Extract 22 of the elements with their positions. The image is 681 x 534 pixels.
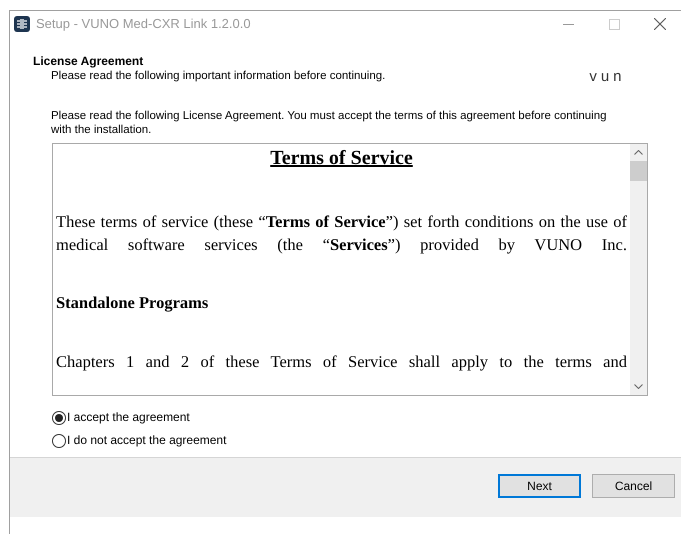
scroll-thumb[interactable] (630, 161, 647, 181)
radio-option[interactable]: I do not accept the agreement (52, 432, 681, 449)
page-title: License Agreement (33, 54, 144, 68)
license-paragraph: These terms of service (these “Terms of Service”) set forth conditions on the use of medical software services (the “Services”) provided by VUNO Inc. (56, 211, 627, 256)
license-title: Terms of Service (269, 146, 414, 171)
window-title: Setup - VUNO Med-CXR Link 1.2.0.0 (36, 15, 251, 34)
logo: vun (589, 67, 626, 87)
close-icon (654, 18, 666, 30)
maximize-icon (608, 18, 620, 30)
scroll-down-icon (634, 384, 643, 389)
page-subtitle: Please read the following important information before continuing. (50, 69, 386, 84)
radio-button[interactable] (52, 434, 66, 448)
dialog-button[interactable]: Next (498, 474, 581, 498)
dialog-button[interactable]: Cancel (592, 474, 675, 498)
scrollbar[interactable] (630, 144, 647, 395)
scroll-up-icon (634, 150, 643, 155)
radio-button[interactable] (52, 410, 66, 424)
license-paragraph: Chapters 1 and 2 of these Terms of Service shall apply to the terms and (56, 351, 627, 373)
section-heading: Standalone Programs (56, 293, 210, 313)
radio-option[interactable]: I accept the agreement (52, 409, 681, 426)
instructions-text: Please read the following License Agreement. You must accept the terms of this agreement before continuing with the installation. (51, 109, 608, 137)
app-icon (14, 16, 30, 32)
